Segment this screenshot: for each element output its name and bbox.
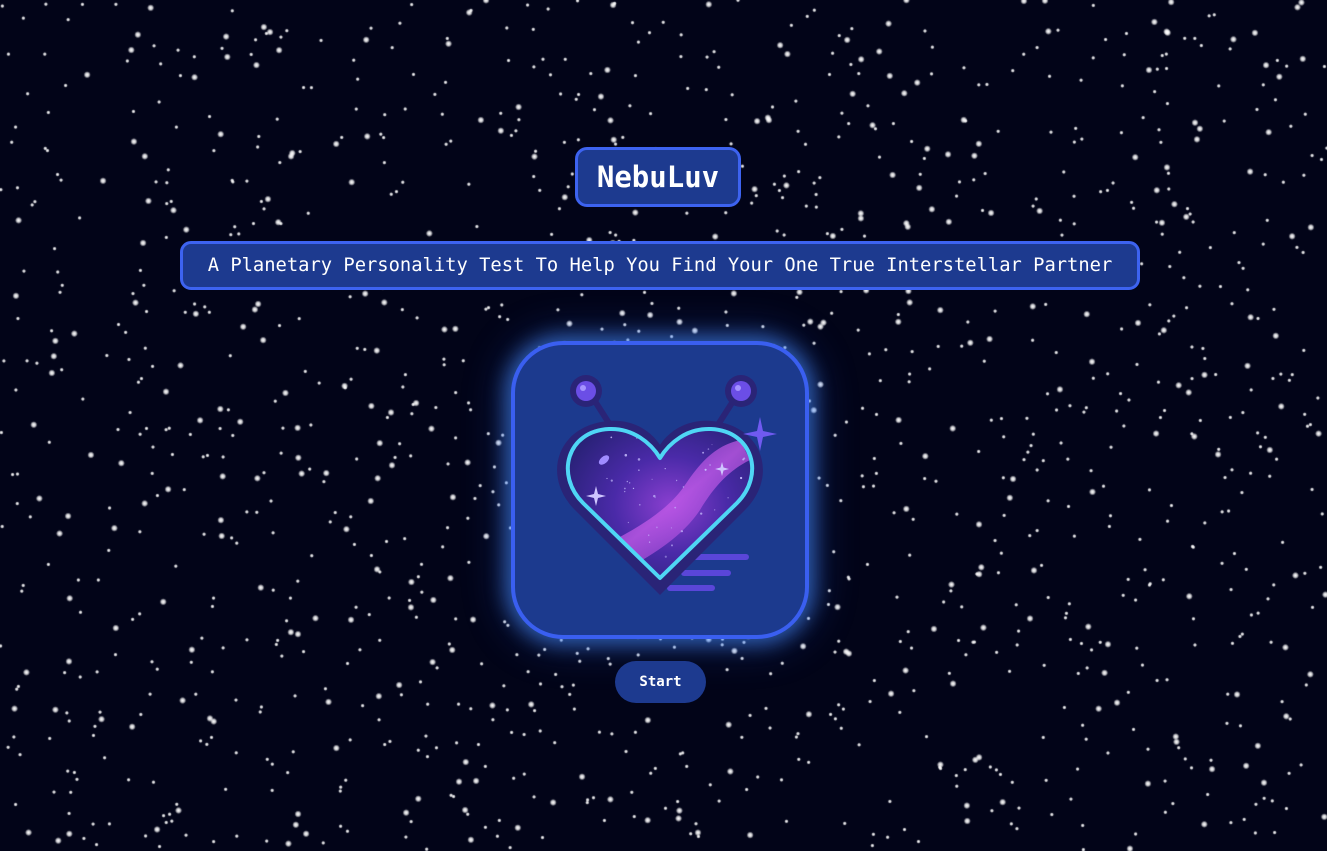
- app-title-box: NebuLuv: [575, 147, 741, 207]
- app-title: NebuLuv: [596, 160, 720, 194]
- alien-heart-nebula-icon: [557, 375, 777, 595]
- logo-card: [511, 341, 809, 639]
- subtitle-box: A Planetary Personality Test To Help You…: [180, 241, 1140, 290]
- subtitle-text: A Planetary Personality Test To Help You…: [207, 255, 1113, 276]
- start-button[interactable]: Start: [615, 661, 706, 703]
